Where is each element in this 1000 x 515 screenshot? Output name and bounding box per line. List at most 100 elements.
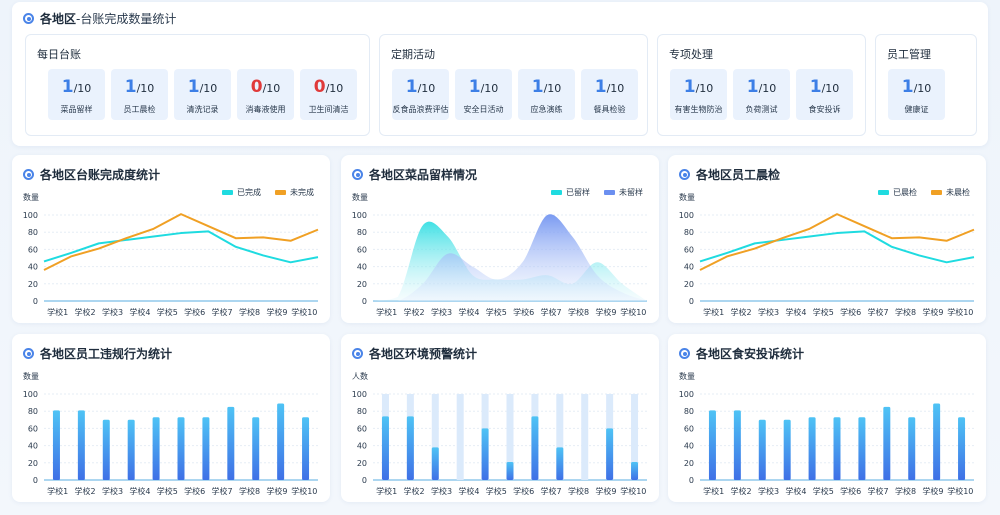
bar: [102, 419, 110, 480]
y-tick-label: 0: [689, 297, 694, 306]
x-tick-label: 学校10: [291, 307, 317, 317]
x-tick-label: 学校5: [813, 307, 834, 317]
ledger-stat-label: 员工晨检: [123, 105, 156, 114]
ledger-stat-value: 1/10: [455, 77, 512, 97]
x-tick-label: 学校8: [568, 307, 589, 317]
y-tick-label: 40: [28, 263, 38, 272]
x-tick-label: 学校8: [895, 486, 916, 496]
ledger-stat-label: 清洗记录: [186, 105, 219, 114]
ledger-stat-value: 1/10: [733, 77, 790, 97]
bar: [52, 410, 60, 480]
x-tick-label: 学校5: [157, 307, 178, 317]
ledger-stat-value: 0/10: [300, 77, 357, 97]
bar: [177, 417, 185, 480]
ledger-stat-box[interactable]: 1/10 应急演练: [518, 69, 575, 120]
x-tick-label: 学校9: [266, 486, 287, 496]
x-tick-label: 学校3: [758, 486, 779, 496]
chart-plot: 0 20 40 60 80 100 学校1 学校2 学校3 学校4 学校5 学校6 学校7 学校8 学校9 学…: [352, 211, 647, 317]
x-tick-label: 学校9: [922, 486, 943, 496]
ledger-stat-done: 1: [531, 77, 544, 97]
bar: [808, 417, 816, 480]
ledger-stat-box[interactable]: 1/10 有害生物防治: [670, 69, 727, 120]
ledger-stat-label: 应急演练: [530, 105, 563, 114]
ledger-stat-box[interactable]: 1/10 负荷测试: [733, 69, 790, 120]
x-tick-label: 学校6: [184, 486, 205, 496]
x-tick-label: 学校4: [129, 307, 150, 317]
ledger-stat-total: /10: [262, 82, 281, 95]
bar-background: [456, 394, 464, 480]
y-tick-label: 100: [352, 211, 367, 220]
x-tick-label: 学校9: [595, 307, 616, 317]
x-tick-label: 学校3: [758, 307, 779, 317]
bar: [556, 447, 564, 480]
summary-panel: 各地区 -台账完成数量统计 每日台账 1/10 菜品留样 1/10 员工晨检 1/10 清洗记…: [12, 2, 988, 146]
y-tick-label: 80: [28, 407, 38, 416]
y-tick-label: 60: [357, 245, 367, 254]
ledger-stat-label: 有害生物防治: [674, 105, 723, 114]
ledger-stat-label: 健康证: [904, 105, 929, 114]
ledger-stat-box[interactable]: 1/10 菜品留样: [48, 69, 105, 120]
ledger-stat-box[interactable]: 0/10 卫生间清洁: [300, 69, 357, 120]
y-tick-label: 60: [684, 245, 694, 254]
x-tick-label: 学校7: [868, 486, 889, 496]
ledger-stat-total: /10: [199, 82, 218, 95]
ledger-stat-value: 1/10: [518, 77, 575, 97]
x-tick-label: 学校8: [239, 486, 260, 496]
series-line: [43, 230, 319, 264]
ledger-stat-box[interactable]: 1/10 安全日活动: [455, 69, 512, 120]
ledger-stat-box[interactable]: 0/10 消毒液使用: [237, 69, 294, 120]
bar: [858, 417, 866, 480]
chart-card-ledger-completion: 各地区台账完成度统计 数量 已完成 未完成 0 20 40 60 80 100 学校1 学校2 学校3 学…: [12, 155, 330, 323]
ledger-stat-done: 1: [746, 77, 759, 97]
summary-title: 各地区 -台账完成数量统计: [23, 10, 176, 27]
x-tick-label: 学校4: [129, 486, 150, 496]
ledger-stat-total: /10: [325, 82, 344, 95]
title-dot-icon: [23, 13, 34, 24]
x-tick-label: 学校2: [731, 307, 752, 317]
ledger-group-title: 定期活动: [391, 48, 435, 61]
ledger-stat-total: /10: [543, 82, 562, 95]
ledger-group-title: 每日台账: [37, 48, 81, 61]
y-tick-label: 60: [28, 424, 38, 433]
y-tick-label: 100: [23, 211, 38, 220]
ledger-stat-label: 卫生间清洁: [308, 105, 349, 114]
bar-background: [581, 394, 589, 480]
ledger-stat-box[interactable]: 1/10 健康证: [888, 69, 945, 120]
ledger-stat-box[interactable]: 1/10 反食品浪费评估: [392, 69, 449, 120]
x-tick-label: 学校9: [595, 486, 616, 496]
ledger-stat-done: 1: [594, 77, 607, 97]
y-tick-label: 20: [684, 459, 694, 468]
x-tick-label: 学校8: [239, 307, 260, 317]
x-tick-label: 学校2: [75, 307, 96, 317]
bar: [506, 461, 514, 480]
bar: [406, 416, 414, 480]
x-tick-label: 学校10: [620, 486, 646, 496]
x-tick-label: 学校8: [895, 307, 916, 317]
x-tick-label: 学校4: [458, 486, 479, 496]
ledger-group-card: 每日台账 1/10 菜品留样 1/10 员工晨检 1/10 清洗记录 0/10 消毒液使用 0/1…: [25, 34, 370, 136]
y-tick-label: 0: [689, 476, 694, 485]
x-tick-label: 学校6: [184, 307, 205, 317]
y-tick-label: 100: [679, 211, 694, 220]
ledger-stat-total: /10: [695, 82, 714, 95]
ledger-stat-total: /10: [913, 82, 932, 95]
y-tick-label: 100: [23, 390, 38, 399]
x-tick-label: 学校4: [458, 307, 479, 317]
x-tick-label: 学校4: [785, 307, 806, 317]
ledger-stat-box[interactable]: 1/10 清洗记录: [174, 69, 231, 120]
x-tick-label: 学校2: [731, 486, 752, 496]
ledger-stat-box[interactable]: 1/10 员工晨检: [111, 69, 168, 120]
x-tick-label: 学校1: [47, 486, 68, 496]
bar: [202, 417, 210, 480]
ledger-stat-value: 1/10: [48, 77, 105, 97]
x-tick-label: 学校8: [568, 486, 589, 496]
ledger-stat-value: 1/10: [581, 77, 638, 97]
ledger-stat-value: 1/10: [174, 77, 231, 97]
x-tick-label: 学校9: [266, 307, 287, 317]
x-tick-label: 学校3: [431, 486, 452, 496]
ledger-stat-box[interactable]: 1/10 食安投诉: [796, 69, 853, 120]
x-tick-label: 学校5: [486, 307, 507, 317]
ledger-stat-done: 1: [124, 77, 137, 97]
ledger-stat-box[interactable]: 1/10 餐具检验: [581, 69, 638, 120]
y-tick-label: 20: [357, 280, 367, 289]
